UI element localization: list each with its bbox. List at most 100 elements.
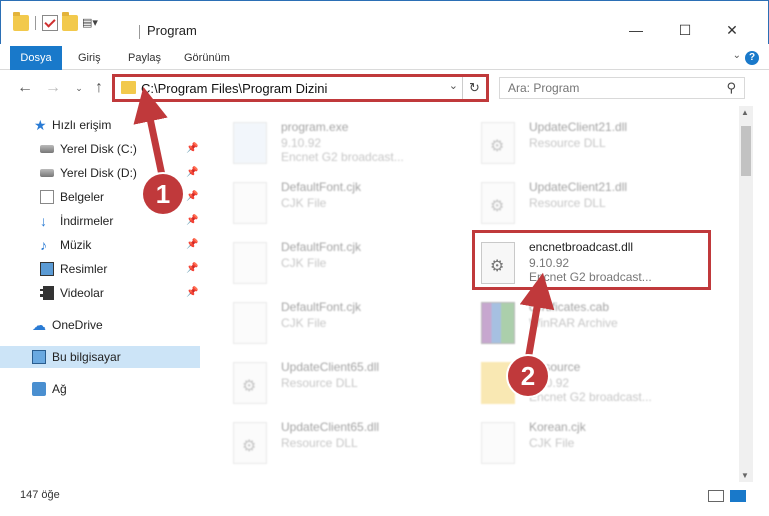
sidebar-item-label: Yerel Disk (C:): [60, 142, 137, 156]
file-type: Resource DLL: [529, 136, 606, 150]
file-description: Encnet G2 broadcast...: [281, 150, 404, 164]
sidebar-item-label: OneDrive: [52, 318, 103, 332]
properties-icon[interactable]: [42, 15, 58, 31]
file-name: DefaultFont.cjk: [281, 240, 362, 254]
sidebar-item-quick-access[interactable]: ★ Hızlı erişim: [0, 114, 200, 136]
sidebar-item-pictures[interactable]: Resimler 📌: [0, 258, 200, 280]
search-input[interactable]: [500, 78, 710, 98]
ribbon-expand-icon[interactable]: ⌄: [733, 50, 741, 61]
list-item[interactable]: certificates.cab WinRAR Archive: [461, 294, 691, 350]
list-item[interactable]: Korean.cjk CJK File: [461, 414, 691, 470]
customize-toolbar-icon[interactable]: ▤▾: [82, 15, 98, 31]
file-type: CJK File: [529, 436, 575, 450]
large-icons-view-icon[interactable]: [730, 490, 746, 502]
sidebar-item-this-pc[interactable]: Bu bilgisayar: [0, 346, 200, 368]
dll-file-icon: [481, 122, 515, 164]
documents-icon: [40, 190, 54, 204]
step-marker-2: 2: [508, 356, 548, 396]
vertical-scrollbar[interactable]: ▲ ▼: [739, 106, 753, 482]
tab-share[interactable]: Paylaş: [116, 46, 173, 70]
item-count: 147 öğe: [20, 489, 60, 501]
list-item[interactable]: Resource 9.10.92 Encnet G2 broadcast...: [461, 354, 691, 410]
sidebar-item-network[interactable]: Ağ: [0, 378, 200, 400]
sidebar-item-downloads[interactable]: ↓ İndirmeler 📌: [0, 210, 200, 232]
network-icon: [32, 382, 46, 396]
dll-file-icon: [233, 422, 267, 464]
download-icon: ↓: [40, 213, 47, 229]
tab-view[interactable]: Görünüm: [172, 46, 242, 70]
scrollbar-thumb[interactable]: [741, 126, 751, 176]
pin-icon: 📌: [186, 239, 199, 250]
recent-locations-icon[interactable]: ⌄: [70, 83, 88, 94]
file-type: Resource DLL: [529, 196, 606, 210]
up-arrow-icon[interactable]: ↑: [90, 79, 108, 97]
file-type: CJK File: [281, 196, 327, 210]
list-item[interactable]: DefaultFont.cjk CJK File: [213, 234, 443, 290]
ribbon: Dosya Giriş Paylaş Görünüm ⌄ ?: [0, 46, 769, 70]
pin-icon: 📌: [186, 215, 199, 226]
sidebar-item-label: Belgeler: [60, 190, 105, 204]
sidebar-item-label: Ağ: [52, 382, 67, 396]
sidebar-item-label: Müzik: [60, 238, 92, 252]
address-path[interactable]: C:\Program Files\Program Dizini: [141, 81, 327, 96]
refresh-icon[interactable]: ↻: [462, 77, 486, 99]
sidebar-item-label: Bu bilgisayar: [52, 350, 121, 364]
tab-file[interactable]: Dosya: [10, 46, 62, 70]
folder-icon[interactable]: [13, 12, 29, 31]
dll-file-icon: [481, 182, 515, 224]
file-type: Resource DLL: [281, 436, 358, 450]
search-icon[interactable]: ⚲: [726, 80, 736, 96]
disk-icon: [40, 145, 54, 153]
address-bar[interactable]: C:\Program Files\Program Dizini ⌄ ↻: [112, 74, 489, 102]
sidebar-item-local-disk-c[interactable]: Yerel Disk (C:) 📌: [0, 138, 200, 160]
file-name: DefaultFont.cjk: [281, 300, 362, 314]
close-button[interactable]: ✕: [709, 19, 755, 41]
archive-file-icon: [481, 302, 515, 344]
list-item[interactable]: UpdateClient21.dll Resource DLL: [461, 114, 691, 170]
exe-file-icon: [233, 122, 267, 164]
pin-icon: 📌: [186, 191, 199, 202]
sidebar-item-music[interactable]: ♪ Müzik 📌: [0, 234, 200, 256]
list-item[interactable]: DefaultFont.cjk CJK File: [213, 174, 443, 230]
list-item[interactable]: UpdateClient21.dll Resource DLL: [461, 174, 691, 230]
file-highlight-box: [472, 230, 711, 290]
list-item[interactable]: DefaultFont.cjk CJK File: [213, 294, 443, 350]
music-icon: ♪: [40, 237, 47, 253]
pin-icon: 📌: [186, 287, 199, 298]
file-name: DefaultFont.cjk: [281, 180, 362, 194]
videos-icon: [40, 286, 54, 300]
step-marker-1: 1: [143, 174, 183, 214]
list-item[interactable]: UpdateClient65.dll Resource DLL: [213, 354, 443, 410]
file-type: CJK File: [281, 256, 327, 270]
search-box[interactable]: ⚲: [499, 77, 745, 99]
computer-icon: [32, 350, 46, 364]
sidebar-item-onedrive[interactable]: ☁ OneDrive: [0, 314, 200, 336]
back-arrow-icon[interactable]: ←: [16, 79, 34, 97]
pin-icon: 📌: [186, 263, 199, 274]
maximize-button[interactable]: ☐: [662, 19, 708, 41]
file-type: Resource DLL: [281, 376, 358, 390]
scroll-up-icon[interactable]: ▲: [741, 108, 749, 117]
status-bar: 147 öğe: [0, 486, 769, 508]
forward-arrow-icon[interactable]: →: [44, 79, 62, 97]
details-view-icon[interactable]: [708, 490, 724, 502]
file-list: program.exe 9.10.92 Encnet G2 broadcast.…: [207, 106, 737, 482]
file-name: Korean.cjk: [529, 420, 586, 434]
separator: [35, 16, 36, 30]
minimize-button[interactable]: —: [613, 19, 659, 41]
tab-home[interactable]: Giriş: [66, 46, 113, 70]
list-item[interactable]: program.exe 9.10.92 Encnet G2 broadcast.…: [213, 114, 443, 170]
file-name: UpdateClient21.dll: [529, 180, 628, 194]
dll-file-icon: [233, 362, 267, 404]
title-separator: [139, 25, 140, 39]
list-item[interactable]: UpdateClient65.dll Resource DLL: [213, 414, 443, 470]
pin-icon: 📌: [186, 143, 199, 154]
chevron-down-icon[interactable]: ⌄: [449, 79, 458, 92]
sidebar-item-videos[interactable]: Videolar 📌: [0, 282, 200, 304]
new-folder-icon[interactable]: [62, 12, 78, 31]
scroll-down-icon[interactable]: ▼: [741, 471, 749, 480]
help-icon[interactable]: ?: [745, 51, 759, 65]
file-name: UpdateClient65.dll: [281, 420, 380, 434]
file-name: program.exe: [281, 120, 349, 134]
file-name: UpdateClient21.dll: [529, 120, 628, 134]
